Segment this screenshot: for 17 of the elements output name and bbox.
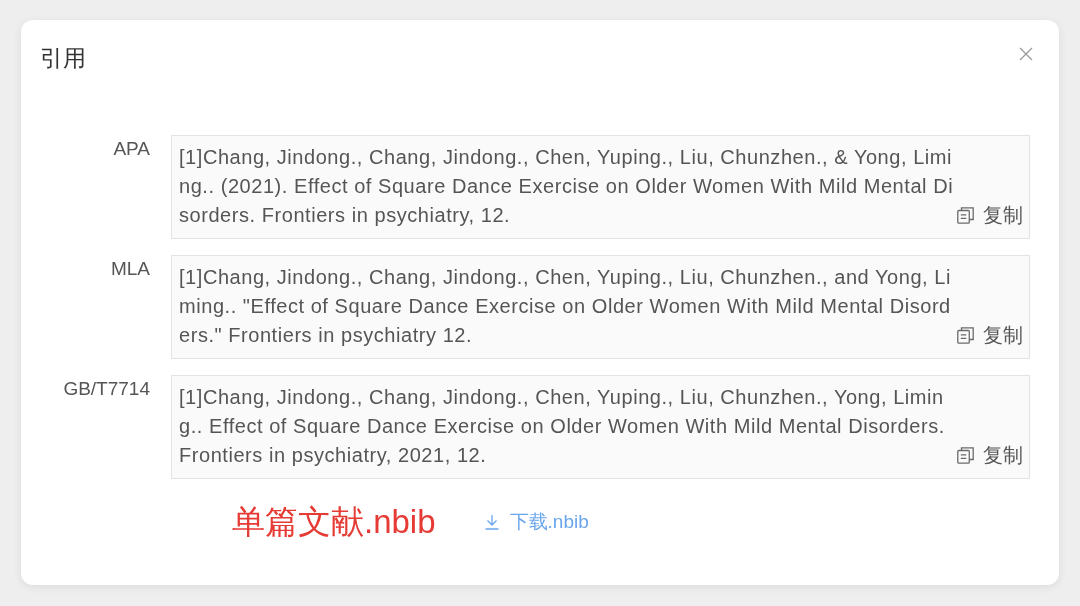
annotation-text: 单篇文献.nbib [232,502,436,542]
copy-button[interactable]: 复制 [957,441,1023,470]
citation-style-label: MLA [109,257,150,281]
dialog-title: 引用 [40,44,86,73]
close-button[interactable] [1019,47,1033,61]
copy-icon [957,327,974,344]
download-icon [483,514,500,530]
copy-icon [957,447,974,464]
copy-icon [957,207,974,224]
close-icon [1019,47,1033,61]
citation-text: [1]Chang, Jindong., Chang, Jindong., Chen, Yuping., Liu, Chunzhen., Yong, Liming.. Effect of Square Dance Exercise on Older Women With Mild Mental Disorders. Frontiers in psychiatry, 2021, 12. [179,385,946,468]
citation-text: [1]Chang, Jindong., Chang, Jindong., Chen, Yuping., Liu, Chunzhen., & Yong, Liming.. (2021). Effect of Square Dance Exercise on Older Women With Mild Mental Disorders. Frontiers in psychiatry, 12. [179,145,954,228]
citation-style-label: GB/T7714 [62,377,150,401]
copy-button[interactable]: 复制 [957,201,1023,230]
copy-button[interactable]: 复制 [957,321,1023,350]
citation-style-label: APA [112,137,150,161]
citation-text: [1]Chang, Jindong., Chang, Jindong., Chen, Yuping., Liu, Chunzhen., and Yong, Liming.. "Effect of Square Dance Exercise on Older Women With Mild Mental Disorders." Frontiers in psychiatry 12. [179,265,952,348]
